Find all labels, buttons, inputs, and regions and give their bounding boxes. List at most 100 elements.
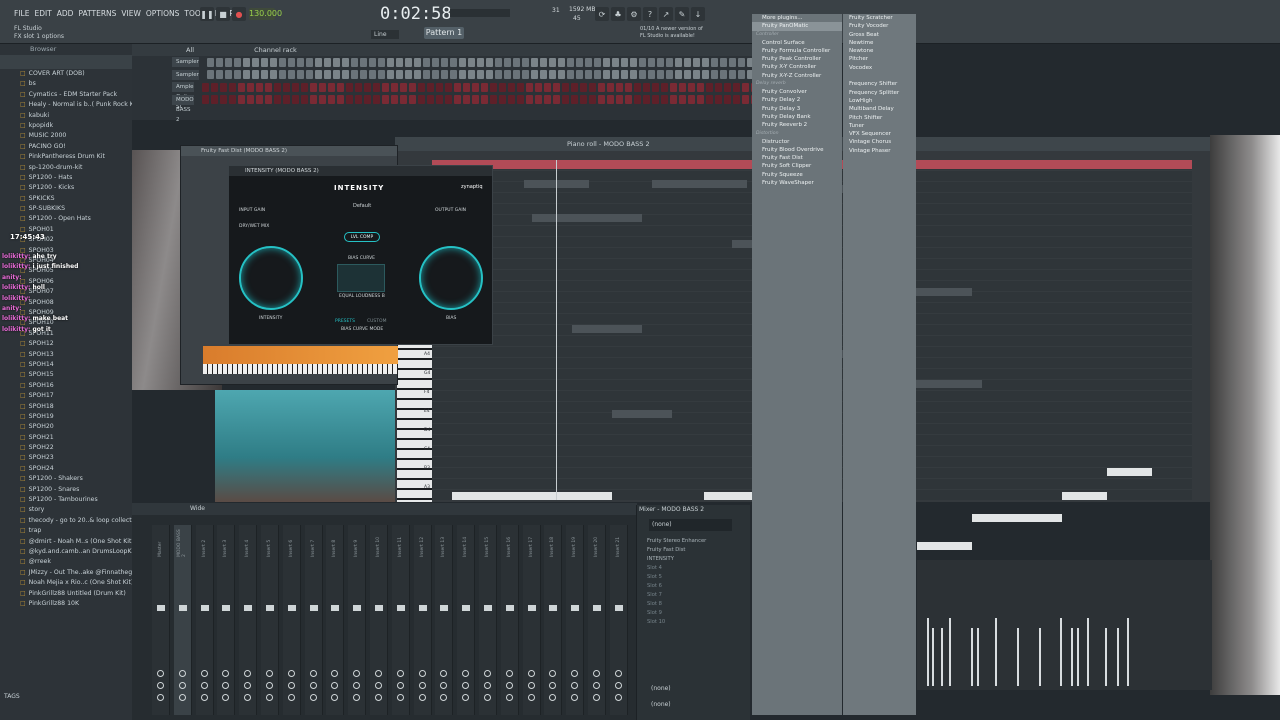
step-button[interactable] xyxy=(593,70,601,80)
plugin-submenu-item[interactable]: Frequency Shifter xyxy=(843,80,916,88)
step-button[interactable] xyxy=(408,82,416,92)
step-button[interactable] xyxy=(521,70,529,80)
plugin-menu-item[interactable]: More plugins... xyxy=(752,14,842,22)
browser-item[interactable]: PinkGrillz88 Untitled (Drum Kit) xyxy=(20,589,132,599)
step-button[interactable] xyxy=(669,95,677,105)
mixer-knob[interactable] xyxy=(571,682,579,689)
step-button[interactable] xyxy=(449,70,457,80)
mixer-knob[interactable] xyxy=(287,694,295,701)
step-button[interactable] xyxy=(512,70,520,80)
step-button[interactable] xyxy=(588,95,596,105)
step-button[interactable] xyxy=(696,82,704,92)
step-button[interactable] xyxy=(480,82,488,92)
step-button[interactable] xyxy=(219,95,227,105)
step-button[interactable] xyxy=(557,70,565,80)
step-button[interactable] xyxy=(489,82,497,92)
browser-item[interactable]: PinkGrillz88 10K xyxy=(20,599,132,609)
step-button[interactable] xyxy=(683,57,691,67)
mixer-fader[interactable] xyxy=(157,605,165,611)
channel-row[interactable]: Sampler #2 xyxy=(132,69,781,88)
menu-add[interactable]: ADD xyxy=(57,9,74,18)
mixer-track[interactable]: Master xyxy=(152,525,170,715)
record-icon[interactable]: ● xyxy=(232,7,246,21)
mixer-track[interactable]: Insert 9 xyxy=(348,525,367,715)
step-button[interactable] xyxy=(494,70,502,80)
step-button[interactable] xyxy=(723,82,731,92)
step-button[interactable] xyxy=(642,95,650,105)
step-button[interactable] xyxy=(201,95,209,105)
mixer-knob[interactable] xyxy=(440,682,448,689)
plugin-submenu-item[interactable]: Frequency Splitter xyxy=(843,89,916,97)
menu-file[interactable]: FILE xyxy=(14,9,29,18)
step-button[interactable] xyxy=(525,95,533,105)
plugin-menu-item[interactable]: Fruity Delay Bank xyxy=(752,113,842,121)
browser-item[interactable]: SPOH19 xyxy=(20,412,132,422)
menu-view[interactable]: VIEW xyxy=(121,9,141,18)
step-button[interactable] xyxy=(273,95,281,105)
step-button[interactable] xyxy=(390,82,398,92)
step-button[interactable] xyxy=(651,82,659,92)
step-button[interactable] xyxy=(728,57,736,67)
mixer-knob[interactable] xyxy=(353,694,361,701)
step-button[interactable] xyxy=(264,82,272,92)
mixer-track[interactable]: Insert 15 xyxy=(479,525,497,715)
velocity-bar[interactable] xyxy=(995,618,997,686)
settings-icon[interactable]: ⚙ xyxy=(627,7,641,21)
step-button[interactable] xyxy=(534,95,542,105)
mixer-fader[interactable] xyxy=(593,605,601,611)
step-button[interactable] xyxy=(516,95,524,105)
step-button[interactable] xyxy=(287,57,295,67)
step-button[interactable] xyxy=(737,57,745,67)
step-button[interactable] xyxy=(260,70,268,80)
plugin-menu-item[interactable]: Fruity Formula Controller xyxy=(752,47,842,55)
mixer-track[interactable]: Insert 6 xyxy=(282,525,301,715)
browser-item[interactable]: JMizzy - Out The..ake @Finnathegod xyxy=(20,568,132,578)
mixer-knob[interactable] xyxy=(549,694,557,701)
step-button[interactable] xyxy=(629,57,637,67)
step-button[interactable] xyxy=(620,70,628,80)
step-button[interactable] xyxy=(413,70,421,80)
mixer-fader[interactable] xyxy=(614,605,623,611)
browser-item[interactable]: SPOH23 xyxy=(20,453,132,463)
mixer-knob[interactable] xyxy=(178,682,186,689)
browser-item[interactable]: trap xyxy=(20,526,132,536)
plugin-submenu-item[interactable]: Tuner xyxy=(843,122,916,130)
mixer-track[interactable]: Insert 13 xyxy=(435,525,454,715)
step-button[interactable] xyxy=(633,82,641,92)
mini-keyboard[interactable] xyxy=(203,364,398,374)
step-button[interactable] xyxy=(381,95,389,105)
browser-item[interactable]: SP1200 - Shakers xyxy=(20,474,132,484)
mixer-track[interactable]: Insert 8 xyxy=(326,525,345,715)
step-button[interactable] xyxy=(332,57,340,67)
step-button[interactable] xyxy=(597,95,605,105)
step-button[interactable] xyxy=(687,95,695,105)
browser-item[interactable]: sp-1200-drum-kit xyxy=(20,163,132,173)
step-button[interactable] xyxy=(359,57,367,67)
mixer-knob[interactable] xyxy=(484,682,491,689)
mixer-knob[interactable] xyxy=(462,694,470,701)
input-select[interactable]: (none) xyxy=(649,519,732,531)
channel-row[interactable]: MODO BASS 2 xyxy=(132,94,776,123)
velocity-bar[interactable] xyxy=(1077,628,1079,686)
browser-item[interactable]: story xyxy=(20,505,132,515)
browser-item[interactable]: SPOH21 xyxy=(20,433,132,443)
mixer-track[interactable]: Insert 14 xyxy=(457,525,476,715)
mixer-knob[interactable] xyxy=(505,694,513,701)
share-icon[interactable]: ↗ xyxy=(659,7,673,21)
piano-roll-note[interactable] xyxy=(652,180,747,188)
step-button[interactable] xyxy=(660,95,668,105)
step-button[interactable] xyxy=(615,82,623,92)
velocity-bar[interactable] xyxy=(971,628,973,686)
step-button[interactable] xyxy=(233,57,241,67)
plugin-submenu-item[interactable]: Newtone xyxy=(843,47,916,55)
step-button[interactable] xyxy=(354,82,362,92)
step-button[interactable] xyxy=(242,57,250,67)
mixer-knob[interactable] xyxy=(549,682,557,689)
browser-item[interactable]: @rreek xyxy=(20,557,132,567)
step-button[interactable] xyxy=(278,57,286,67)
channel-name-button[interactable]: MODO BASS 2 xyxy=(172,94,194,123)
channel-row[interactable]: Sampler xyxy=(132,56,781,69)
intensity-knob[interactable] xyxy=(239,246,303,310)
plugin-menu-item[interactable]: Fruity WaveShaper xyxy=(752,179,842,187)
mixer-track[interactable]: Insert 17 xyxy=(522,525,541,715)
